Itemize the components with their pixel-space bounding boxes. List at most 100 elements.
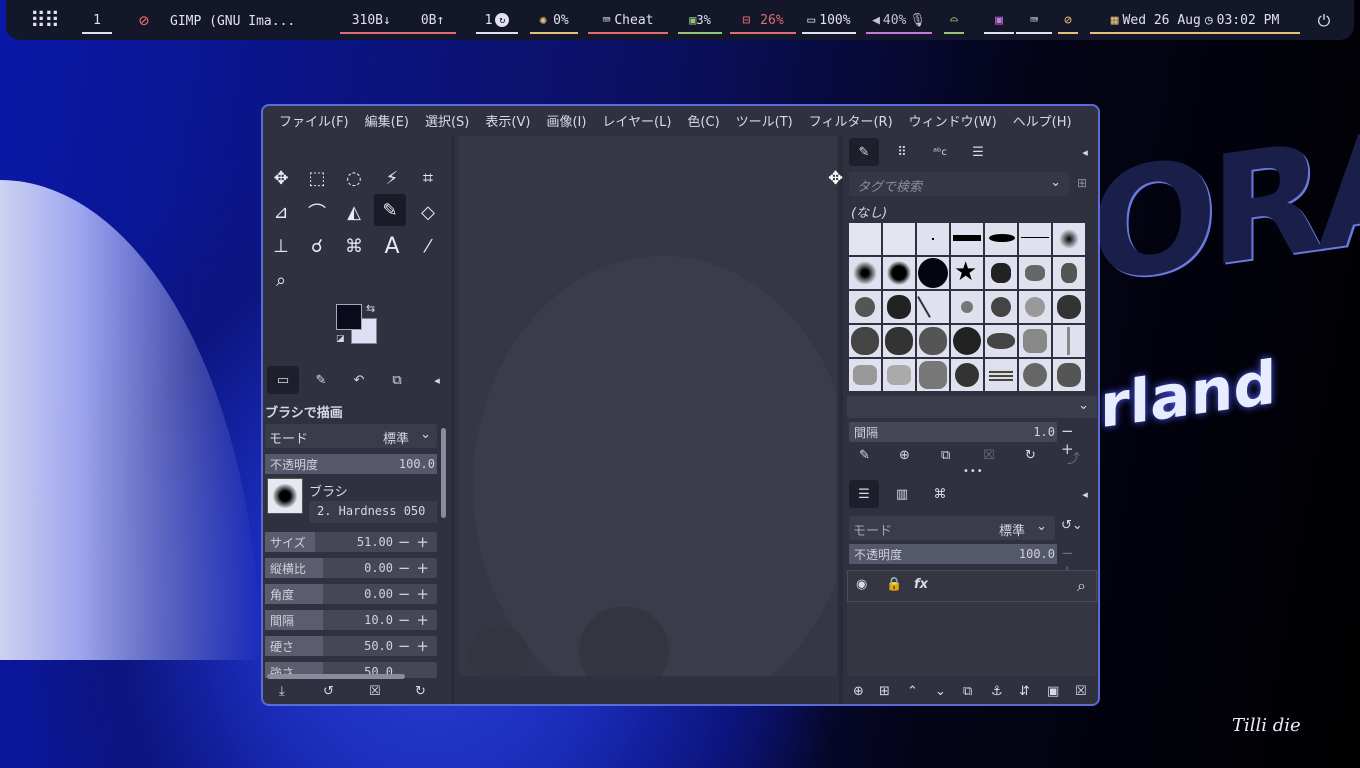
menu-filters[interactable]: フィルター(R) — [801, 111, 901, 130]
duplicate-layer-icon[interactable]: ⧉ — [963, 684, 972, 699]
effects-fx-icon[interactable]: fx — [914, 577, 928, 592]
tag-menu-icon[interactable]: ⊞ — [1077, 176, 1087, 190]
menu-help[interactable]: ヘルプ(H) — [1005, 111, 1080, 130]
brush-cell[interactable] — [916, 290, 950, 324]
smudge-tool-icon[interactable]: ☌ — [301, 230, 333, 262]
search-icon[interactable]: ⌕ — [1077, 576, 1086, 596]
menu-windows[interactable]: ウィンドウ(W) — [901, 111, 1005, 130]
brush-cell[interactable] — [882, 256, 916, 290]
brush-cell[interactable]: ★ — [950, 256, 984, 290]
brush-cell[interactable] — [882, 290, 916, 324]
left-splitter[interactable] — [451, 136, 455, 704]
hardness-stepper-icon[interactable]: −+ — [398, 637, 435, 655]
edit-brush-icon[interactable]: ✎ — [859, 448, 870, 463]
updates-widget[interactable]: 1 ↻ — [476, 8, 518, 34]
images-tab-icon[interactable]: ⧉ — [381, 366, 413, 394]
undo-history-tab-icon[interactable]: ↶ — [343, 366, 375, 394]
menu-image[interactable]: 画像(I) — [538, 111, 594, 130]
menu-layer[interactable]: レイヤー(L) — [594, 111, 679, 130]
keyboard-layout-icon[interactable]: ⌨ — [1016, 8, 1052, 34]
brush-cell[interactable] — [882, 222, 916, 256]
compass-icon[interactable]: ⊘ — [132, 8, 156, 34]
new-layer-icon[interactable]: ⊕ — [853, 684, 864, 699]
brush-cell[interactable] — [916, 222, 950, 256]
delete-brush-icon[interactable]: ☒ — [983, 448, 995, 463]
menu-select[interactable]: 選択(S) — [417, 111, 477, 130]
brush-cell[interactable] — [882, 324, 916, 358]
canvas-area[interactable] — [459, 136, 837, 676]
menu-view[interactable]: 表示(V) — [477, 111, 538, 130]
screen-record-icon[interactable]: ▣ — [984, 8, 1014, 34]
foreground-color-swatch[interactable] — [336, 304, 362, 330]
brush-cell[interactable] — [916, 324, 950, 358]
color-picker-tool-icon[interactable]: ⁄ — [412, 230, 444, 262]
warp-tool-icon[interactable]: ⌒ — [301, 196, 333, 228]
apps-grid-icon[interactable]: ⠿⠿ — [26, 8, 62, 34]
brush-cell[interactable] — [1018, 358, 1052, 392]
angle-slider[interactable]: 角度 0.00 −+ — [265, 584, 437, 604]
device-status-tab-icon[interactable]: ✎ — [305, 366, 337, 394]
brush-cell[interactable] — [1052, 256, 1086, 290]
brush-preview[interactable] — [267, 478, 303, 514]
reset-colors-icon[interactable]: ◪ — [336, 334, 345, 344]
tab-menu-icon[interactable]: ◂ — [425, 366, 449, 394]
fonts-tab-icon[interactable]: ᵃᵇc — [925, 138, 955, 166]
brush-cell[interactable] — [984, 290, 1018, 324]
brush-cell[interactable] — [1052, 290, 1086, 324]
brush-cell[interactable] — [848, 324, 882, 358]
brush-cell[interactable] — [848, 256, 882, 290]
brushes-panel-bar[interactable]: ⌄ — [847, 396, 1097, 418]
brush-cell[interactable] — [950, 290, 984, 324]
brush-cell[interactable] — [950, 358, 984, 392]
angle-stepper-icon[interactable]: −+ — [398, 585, 435, 603]
power-icon[interactable]: ⏻ — [1314, 8, 1334, 34]
paths-tab-icon[interactable]: ⌘ — [925, 480, 955, 508]
move-tool-icon[interactable]: ✥ — [265, 162, 297, 194]
lower-layer-icon[interactable]: ⌄ — [935, 684, 946, 699]
duplicate-brush-icon[interactable]: ⧉ — [941, 448, 950, 463]
opacity-slider[interactable]: 不透明度 100.0 — [265, 454, 437, 474]
clone-tool-icon[interactable]: ⊥ — [265, 230, 297, 262]
raise-layer-icon[interactable]: ⌃ — [907, 684, 918, 699]
new-layer-group-icon[interactable]: ⊞ — [879, 684, 890, 699]
size-stepper-icon[interactable]: −+ — [398, 533, 435, 551]
menu-tools[interactable]: ツール(T) — [728, 111, 801, 130]
restore-preset-icon[interactable]: ↺ — [323, 684, 334, 699]
brush-cell[interactable] — [1018, 222, 1052, 256]
rect-select-tool-icon[interactable]: ⬚ — [301, 162, 333, 194]
layer-opacity-slider[interactable]: 不透明度 100.0 — [849, 544, 1057, 564]
brush-cell[interactable] — [1018, 256, 1052, 290]
cheat-widget[interactable]: ⌨ Cheat — [588, 8, 668, 34]
dock-handle-icon[interactable]: ••• — [963, 466, 984, 477]
brush-cell[interactable] — [916, 358, 950, 392]
brush-cell[interactable] — [984, 358, 1018, 392]
workspace-indicator[interactable]: 1 — [82, 8, 112, 34]
dock-menu-icon[interactable]: ◂ — [1075, 138, 1095, 166]
crop-tool-icon[interactable]: ⌗ — [412, 162, 444, 194]
spacing-stepper-icon[interactable]: −+ — [398, 611, 435, 629]
brush-name-field[interactable]: 2. Hardness 050 — [309, 501, 437, 523]
brush-spacing-slider[interactable]: 間隔 1.0 — [849, 422, 1057, 442]
right-splitter[interactable] — [839, 136, 843, 704]
brush-cell[interactable] — [882, 358, 916, 392]
menu-colors[interactable]: 色(C) — [679, 111, 727, 130]
brush-cell[interactable] — [1018, 324, 1052, 358]
save-preset-icon[interactable]: ⤓ — [279, 684, 285, 699]
composite-mode-icon[interactable]: ↺⌄ — [1061, 518, 1083, 533]
brush-cell[interactable] — [950, 324, 984, 358]
brushes-tab-icon[interactable]: ✎ — [849, 138, 879, 166]
eraser-tool-icon[interactable]: ◇ — [412, 196, 444, 228]
brush-cell[interactable] — [848, 222, 882, 256]
volume-widget[interactable]: ◀ 40% 🎙 — [866, 8, 932, 34]
aspect-stepper-icon[interactable]: −+ — [398, 559, 435, 577]
lock-icon[interactable]: 🔒 — [886, 577, 902, 592]
brush-cell[interactable] — [1052, 222, 1086, 256]
layers-tab-icon[interactable]: ☰ — [849, 480, 879, 508]
eye-off-icon[interactable]: ⊘ — [1058, 8, 1078, 34]
delete-preset-icon[interactable]: ☒ — [369, 684, 381, 699]
swap-colors-icon[interactable]: ⇆ — [366, 302, 375, 315]
paths-tool-icon[interactable]: ⌘ — [338, 230, 370, 262]
bucket-fill-tool-icon[interactable]: ◭ — [338, 196, 370, 228]
layer-mask-icon[interactable]: ▣ — [1047, 684, 1059, 699]
channels-tab-icon[interactable]: ▥ — [887, 480, 917, 508]
